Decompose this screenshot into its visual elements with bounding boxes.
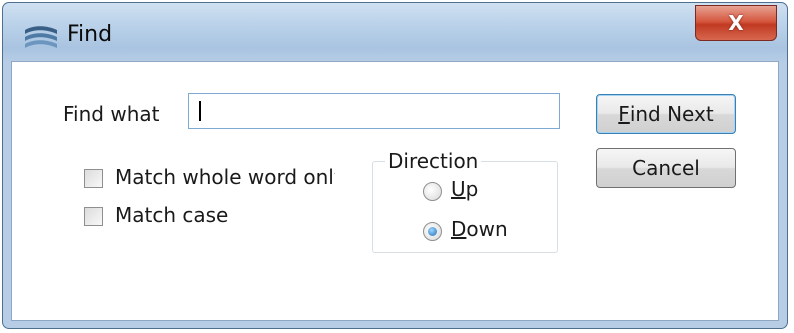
direction-down-mnemonic: D [451,217,467,241]
direction-legend: Direction [385,149,482,173]
direction-group: Direction Up Down [372,149,558,253]
find-next-label: ind Next [629,102,714,126]
find-dialog-window: Find X Find what Find Next Cancel Match … [2,2,788,329]
title-bar[interactable]: Find X [3,3,787,61]
direction-up-mnemonic: U [451,177,466,201]
match-whole-word-label: Match whole word only [115,165,335,189]
direction-up-label: Up [451,177,478,201]
find-next-mnemonic: F [618,102,630,126]
window-title: Find [67,22,113,47]
match-whole-word-label-clip: Match whole word only [115,165,335,193]
app-logo-icon [25,26,57,48]
match-case-label: Match case [115,203,229,227]
find-next-button[interactable]: Find Next [596,94,736,134]
direction-down-label: Down [451,217,508,241]
close-button[interactable]: X [695,5,777,41]
match-case-checkbox[interactable] [84,207,103,226]
direction-up-radio[interactable] [423,182,442,201]
direction-down-rest: own [466,217,508,241]
direction-down-radio[interactable] [423,222,442,241]
direction-up-rest: p [465,177,479,201]
find-what-input[interactable] [188,93,560,129]
close-icon: X [728,11,744,35]
match-whole-word-checkbox[interactable] [84,169,103,188]
dialog-content: Find what Find Next Cancel Match whole w… [11,61,779,321]
cancel-label: Cancel [632,156,700,180]
find-what-label: Find what [63,102,160,126]
cancel-button[interactable]: Cancel [596,148,736,188]
text-caret [199,101,201,121]
